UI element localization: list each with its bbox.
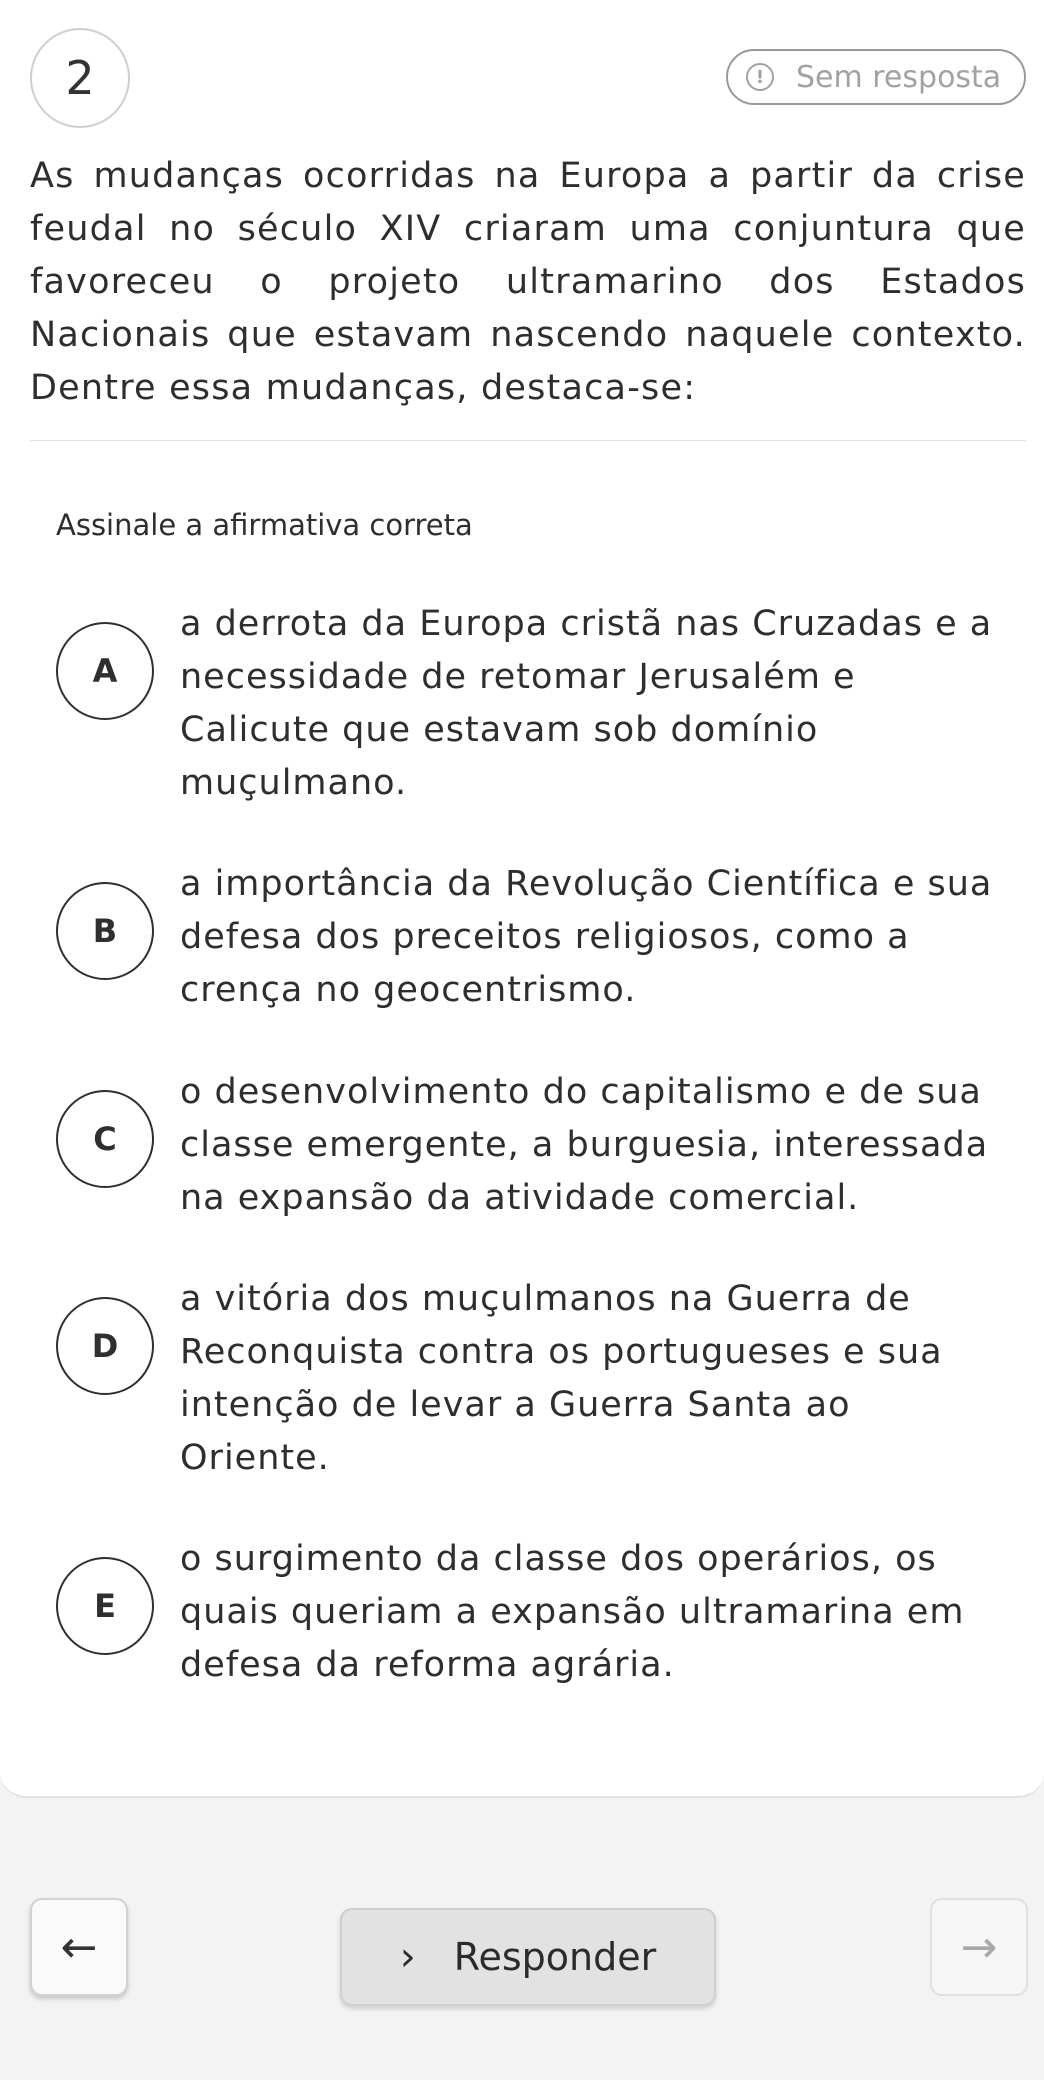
option-e[interactable]: E o surgimento da classe dos operários, … xyxy=(56,1533,1006,1693)
option-b[interactable]: B a importância da Revolução Científica … xyxy=(56,858,1006,1018)
question-number: 2 xyxy=(30,28,130,128)
option-c[interactable]: C o desenvolvimento do capitalismo e de … xyxy=(56,1066,1006,1226)
option-letter[interactable]: D xyxy=(56,1297,154,1395)
option-text[interactable]: a vitória dos muçulmanos na Guerra de Re… xyxy=(180,1273,1010,1485)
option-letter[interactable]: E xyxy=(56,1557,154,1655)
option-text[interactable]: o desenvolvimento do capitalismo e de su… xyxy=(180,1066,1010,1225)
option-text[interactable]: o surgimento da classe dos operários, os… xyxy=(180,1533,1010,1692)
exclamation-circle-icon: ! xyxy=(746,63,774,91)
status-label: Sem resposta xyxy=(796,59,1002,95)
option-a[interactable]: A a derrota da Europa cristã nas Cruzada… xyxy=(56,598,1006,808)
option-letter[interactable]: A xyxy=(56,622,154,720)
respond-label: Responder xyxy=(453,1935,657,1979)
respond-button[interactable]: › Responder xyxy=(340,1908,716,2006)
status-badge: ! Sem resposta xyxy=(726,49,1026,105)
option-letter[interactable]: C xyxy=(56,1090,154,1188)
divider xyxy=(30,440,1026,441)
chevron-right-icon: › xyxy=(399,1934,416,1980)
next-button[interactable]: → xyxy=(930,1898,1028,1996)
option-text[interactable]: a importância da Revolução Científica e … xyxy=(180,858,1010,1017)
back-button[interactable]: ← xyxy=(30,1898,128,1996)
question-text: As mudanças ocorridas na Europa a partir… xyxy=(30,156,1026,408)
option-letter[interactable]: B xyxy=(56,882,154,980)
option-d[interactable]: D a vitória dos muçulmanos na Guerra de … xyxy=(56,1273,1006,1483)
question-card: 2 ! Sem resposta As mudanças ocorridas n… xyxy=(0,0,1044,1798)
option-text[interactable]: a derrota da Europa cristã nas Cruzadas … xyxy=(180,598,1010,810)
instruction-text: Assinale a afirmativa correta xyxy=(56,508,473,542)
arrow-right-icon: → xyxy=(960,1921,998,1973)
arrow-left-icon: ← xyxy=(60,1921,98,1973)
